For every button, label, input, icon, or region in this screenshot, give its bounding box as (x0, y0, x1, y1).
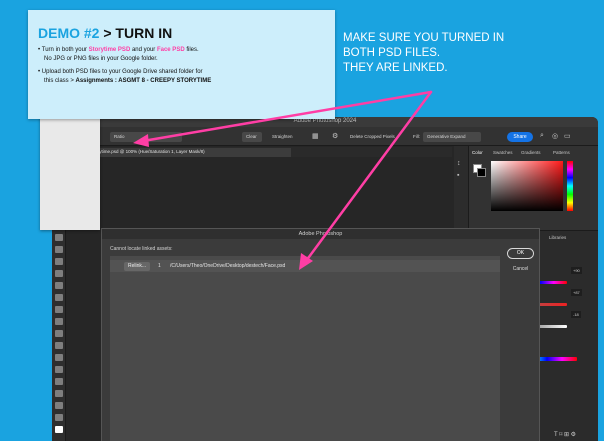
document-tab-bar: ASGMT8_Storytime.psd @ 100% (Hue/Saturat… (52, 147, 452, 157)
overlay-grid-icon[interactable]: ▦ (312, 132, 319, 140)
history-panel-icon[interactable]: ↕ (457, 160, 461, 167)
row-number: 1 (158, 263, 161, 269)
options-bar: ⌂ ⌗ Ratio Clear Straighten ▦ ⚙ Delete Cr… (52, 127, 598, 146)
tab-color[interactable]: Color (472, 150, 483, 155)
instruction-bullet-1: • Turn in both your Storytime PSD and yo… (38, 46, 328, 64)
dialog-message: Cannot locate linked assets: (110, 246, 173, 252)
tab-gradients[interactable]: Gradients (521, 150, 541, 155)
storytime-psd-label: Storytime PSD (88, 47, 131, 53)
dialog-title: Adobe Photoshop (102, 229, 539, 239)
straighten-button[interactable]: Straighten (268, 132, 304, 142)
dodge-tool-icon[interactable] (55, 330, 63, 337)
gradient-tool-icon[interactable] (55, 306, 63, 313)
list-item[interactable]: Relink... 1 /C/Users/Theo/OneDrive/Deskt… (110, 260, 500, 272)
brush-tool-icon[interactable] (55, 258, 63, 265)
background-swatch[interactable] (477, 168, 486, 177)
annotation-note: MAKE SURE YOU TURNED IN BOTH PSD FILES. … (343, 31, 593, 76)
hue-slider[interactable] (567, 161, 573, 211)
crop-preset-select[interactable]: Ratio (110, 132, 182, 142)
relink-button[interactable]: Relink... (124, 262, 150, 271)
more-tools-icon[interactable] (55, 414, 63, 421)
tab-patterns[interactable]: Patterns (553, 150, 570, 155)
search-icon[interactable]: ⌕ (540, 132, 544, 140)
fill-label: Fill: (413, 134, 420, 139)
saturation-value[interactable]: +87 (571, 289, 582, 296)
missing-linked-assets-dialog: Adobe Photoshop Cannot locate linked ass… (101, 228, 540, 441)
workspace-icon[interactable]: ▭ (564, 132, 571, 140)
bullet2-line2: this class > (44, 78, 76, 84)
ok-button[interactable]: OK (507, 248, 534, 259)
instruction-bullet-2: • Upload both PSD files to your Google D… (38, 68, 328, 86)
bullet1-line2: No JPG or PNG files in your Google folde… (44, 56, 158, 62)
card-title: DEMO #2 > TURN IN (38, 25, 172, 41)
instruction-card: DEMO #2 > TURN IN • Turn in both your St… (28, 10, 335, 119)
comments-panel-icon[interactable]: ▪ (457, 172, 459, 179)
annotation-line-3: THEY ARE LINKED. (343, 62, 448, 74)
color-picker-field[interactable] (491, 161, 563, 211)
clone-stamp-tool-icon[interactable] (55, 270, 63, 277)
tab-swatches[interactable]: Swatches (493, 150, 513, 155)
path-select-tool-icon[interactable] (55, 366, 63, 373)
blur-tool-icon[interactable] (55, 318, 63, 325)
zoom-tool-icon[interactable] (55, 402, 63, 409)
rectangle-tool-icon[interactable] (55, 378, 63, 385)
hand-tool-icon[interactable] (55, 390, 63, 397)
assignment-folder-label: Assignments : ASGMT 8 - CREEPY STORYTIME (75, 78, 212, 84)
card-title-demo: DEMO #2 (38, 25, 100, 41)
missing-file-path: /C/Users/Theo/OneDrive/Desktop/destech/F… (170, 263, 286, 269)
eraser-tool-icon[interactable] (55, 294, 63, 301)
bullet1-text-end: files. (184, 47, 199, 53)
tab-libraries[interactable]: Libraries (549, 235, 566, 240)
bullet1-text-mid: and your (130, 47, 157, 53)
annotation-line-1: MAKE SURE YOU TURNED IN (343, 32, 505, 44)
annotation-line-2: BOTH PSD FILES. (343, 47, 441, 59)
clear-button[interactable]: Clear (242, 132, 262, 142)
fill-select[interactable]: Generative Expand (423, 132, 481, 142)
type-tool-icon[interactable] (55, 354, 63, 361)
bullet1-text: Turn in both your (41, 47, 89, 53)
settings-gear-icon[interactable]: ⚙ (332, 132, 338, 140)
bullet2-line1: Upload both PSD files to your Google Dri… (41, 69, 203, 75)
linked-assets-list: Relink... 1 /C/Users/Theo/OneDrive/Deskt… (110, 256, 500, 441)
delete-cropped-pixels-checkbox[interactable]: Delete Cropped Pixels (346, 132, 408, 142)
face-psd-label: Face PSD (156, 47, 185, 53)
healing-brush-tool-icon[interactable] (55, 246, 63, 253)
learn-icon[interactable]: ◎ (552, 132, 558, 140)
history-brush-tool-icon[interactable] (55, 282, 63, 289)
pen-tool-icon[interactable] (55, 342, 63, 349)
foreground-color-icon[interactable] (55, 426, 63, 433)
eyedropper-tool-icon[interactable] (55, 234, 63, 241)
panel-bottom-icons[interactable]: T ⌑ ⊞ ⚙ (554, 431, 576, 438)
lightness-value[interactable]: -18 (571, 311, 581, 318)
cancel-button[interactable]: Cancel (507, 264, 534, 274)
hue-value[interactable]: +90 (571, 267, 582, 274)
share-button[interactable]: Share (507, 132, 533, 142)
card-title-rest: > TURN IN (99, 25, 173, 41)
